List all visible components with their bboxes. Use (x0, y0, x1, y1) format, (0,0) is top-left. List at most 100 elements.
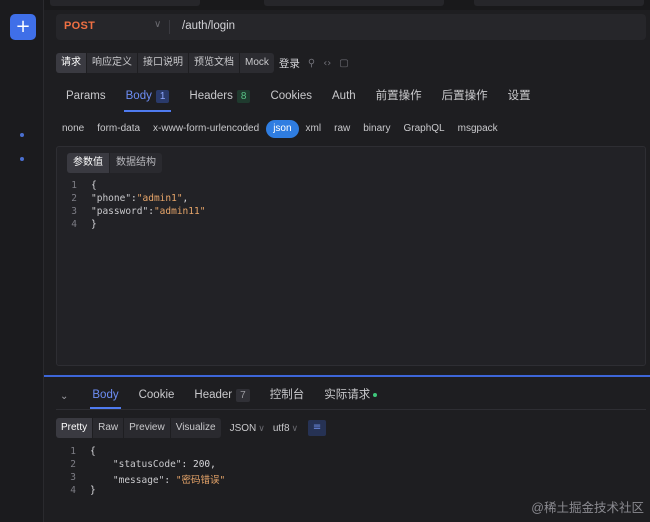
request-body-editor[interactable]: 1 { 2 "phone":"admin1", 3 "password":"ad… (61, 180, 641, 240)
divider (56, 409, 646, 410)
json-sep: : (164, 475, 176, 486)
body-type-none[interactable]: none (56, 120, 90, 138)
body-type-xml[interactable]: xml (300, 120, 328, 138)
body-type-binary[interactable]: binary (357, 120, 396, 138)
tab-label: 后置操作 (441, 90, 488, 102)
json-key: "message" (112, 475, 165, 486)
format-value: JSON (229, 422, 257, 434)
line-number: 3 (70, 472, 76, 483)
view-visualize[interactable]: Visualize (170, 418, 221, 438)
body-type-selector: none form-data x-www-form-urlencoded jso… (56, 119, 505, 139)
tab-response-cookie[interactable]: Cookie (129, 383, 185, 409)
json-number: 200 (192, 459, 211, 470)
tab-response-definition[interactable]: 响应定义 (87, 53, 137, 73)
code-line: { (90, 446, 96, 457)
response-tabs: ⌄ Body Cookie Header 7 控制台 实际请求 (56, 382, 387, 410)
view-raw[interactable]: Raw (93, 418, 124, 438)
divider (169, 20, 170, 34)
response-toolbar: Pretty Raw Preview Visualize JSON ∨ utf8 ∨… (56, 418, 327, 438)
tab-cookies[interactable]: Cookies (260, 84, 322, 112)
tab-label: Header (194, 389, 233, 401)
collapse-chevron-icon[interactable]: ⌄ (60, 391, 68, 402)
link-icon[interactable]: ⚲ (308, 58, 315, 69)
tab-label: Body (125, 90, 152, 102)
encoding-value: utf8 (272, 422, 290, 434)
code-icon[interactable]: ‹› (323, 58, 331, 69)
code-line: } (90, 485, 96, 496)
tab-label: Cookies (270, 90, 312, 102)
tab-data-structure[interactable]: 数据结构 (110, 153, 162, 173)
tab-response-body[interactable]: Body (82, 383, 128, 409)
body-type-form-data[interactable]: form-data (91, 120, 146, 138)
wrap-lines-icon[interactable]: ≡ (308, 420, 327, 436)
format-select[interactable]: JSON ∨ (230, 423, 265, 434)
request-tabs: Params Body 1 Headers 8 Cookies Auth 前置操作 … (56, 84, 541, 114)
tab-label: 设置 (507, 90, 531, 102)
code-line: } (91, 219, 97, 230)
code-line: "statusCode": 200, (90, 459, 216, 470)
body-type-json[interactable]: json (266, 120, 299, 138)
line-number: 4 (70, 485, 76, 496)
count-badge: 7 (236, 389, 250, 402)
chevron-down-icon[interactable]: ∨ (154, 19, 161, 30)
code-line: "message": "密码错误" (90, 472, 225, 486)
tab-request[interactable]: 请求 (56, 53, 86, 73)
tab-label: Headers (189, 90, 233, 102)
tab-headers[interactable]: Headers 8 (179, 84, 260, 112)
doc-icon[interactable]: ▢ (339, 58, 348, 69)
tab-label: Cookie (138, 389, 175, 401)
tab-actual-request[interactable]: 实际请求 (314, 383, 387, 409)
tab-label: Params (66, 90, 106, 102)
json-key: "statusCode" (112, 459, 182, 470)
tab-pre-operations[interactable]: 前置操作 (366, 84, 432, 112)
panel-resize-handle[interactable] (44, 375, 650, 377)
json-key: "password" (91, 206, 149, 217)
json-key: "phone" (91, 193, 132, 204)
method-select[interactable]: POST (64, 20, 95, 32)
tab-param-values[interactable]: 参数值 (67, 153, 109, 173)
tab-mock[interactable]: Mock (240, 53, 274, 73)
body-type-graphql[interactable]: GraphQL (397, 120, 450, 138)
body-type-msgpack[interactable]: msgpack (452, 120, 504, 138)
body-type-raw[interactable]: raw (328, 120, 356, 138)
tab-preview-docs[interactable]: 预览文档 (189, 53, 239, 73)
status-dot-icon (373, 392, 378, 397)
line-number: 4 (71, 219, 77, 230)
tab-console[interactable]: 控制台 (260, 383, 315, 409)
request-toolbar: 请求 响应定义 接口说明 预览文档 Mock 登录 ⚲ ‹› ▢ (56, 53, 349, 73)
view-preview[interactable]: Preview (124, 418, 170, 438)
code-line: "phone":"admin1", (91, 193, 188, 204)
url-bar[interactable]: POST ∨ /auth/login (56, 14, 646, 40)
line-number: 3 (71, 206, 77, 217)
tab-api-description[interactable]: 接口说明 (138, 53, 188, 73)
count-badge: 1 (155, 90, 170, 103)
body-type-urlencoded[interactable]: x-www-form-urlencoded (147, 120, 265, 138)
tab-settings[interactable]: 设置 (498, 84, 541, 112)
view-pretty[interactable]: Pretty (56, 418, 93, 438)
count-badge: 8 (236, 90, 251, 103)
line-number: 1 (70, 446, 76, 457)
chevron-down-icon: ∨ (291, 423, 299, 434)
line-number: 1 (71, 180, 77, 191)
body-subtabs: 参数值 数据结构 (67, 153, 163, 173)
left-rail: + (0, 0, 44, 522)
tab-label: Body (92, 389, 119, 401)
chevron-down-icon: ∨ (258, 423, 265, 434)
encoding-select[interactable]: utf8 ∨ (273, 423, 298, 434)
tab-response-header[interactable]: Header 7 (184, 383, 259, 409)
json-sep: : (181, 459, 193, 470)
tab-body[interactable]: Body 1 (116, 84, 180, 112)
tab-post-operations[interactable]: 后置操作 (432, 84, 498, 112)
request-body-panel: 参数值 数据结构 1 { 2 "phone":"admin1", 3 "pass… (56, 146, 646, 366)
tab-auth[interactable]: Auth (322, 84, 366, 112)
json-end: , (210, 459, 216, 470)
json-end: , (182, 193, 189, 204)
code-line: { (91, 180, 97, 191)
api-name[interactable]: 登录 (279, 56, 300, 71)
code-line: "password":"admin11" (91, 206, 205, 217)
add-button[interactable]: + (10, 14, 36, 40)
rail-indicator-dot (20, 133, 24, 137)
url-input[interactable]: /auth/login (182, 20, 235, 32)
tab-params[interactable]: Params (56, 84, 116, 112)
rail-indicator-dot (20, 157, 24, 161)
